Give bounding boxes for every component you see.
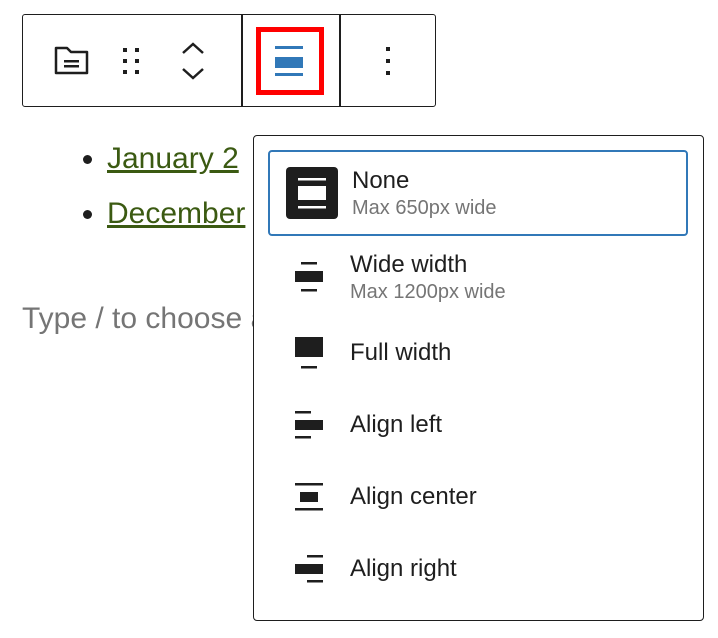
list-item: January 2 [107, 140, 245, 178]
post-link[interactable]: January 2 [107, 142, 239, 175]
align-full-icon [295, 337, 323, 369]
post-list: January 2 December [60, 140, 245, 250]
more-vertical-icon [386, 46, 390, 75]
align-center-icon [295, 483, 323, 511]
item-label: Wide width [350, 251, 468, 278]
post-link[interactable]: December [107, 197, 245, 230]
item-label: None [352, 167, 410, 194]
folder-icon [54, 46, 89, 74]
block-toolbar [22, 14, 436, 107]
item-label: Full width [350, 339, 452, 366]
align-left-icon [295, 411, 323, 439]
alignment-menu: None Max 650px wide Wide width Max 1200px … [253, 135, 704, 621]
align-none-icon [286, 167, 338, 219]
divider [241, 15, 243, 106]
menu-item-right[interactable]: Align right [268, 526, 688, 612]
menu-item-none[interactable]: None Max 650px wide [268, 150, 688, 236]
divider [339, 15, 341, 106]
options-button[interactable] [353, 15, 423, 106]
align-none-icon [275, 46, 303, 76]
drag-handle[interactable] [111, 15, 151, 106]
item-label: Align left [350, 411, 443, 438]
align-right-icon [295, 555, 323, 583]
block-type-button[interactable] [41, 15, 103, 106]
item-description: Max 650px wide [352, 197, 497, 219]
chevron-down-icon[interactable] [181, 67, 205, 80]
menu-item-wide[interactable]: Wide width Max 1200px wide [268, 234, 688, 320]
item-description: Max 1200px wide [350, 281, 506, 303]
chevron-up-icon[interactable] [181, 41, 205, 54]
align-button[interactable] [256, 27, 324, 95]
align-wide-icon [295, 262, 323, 292]
list-item: December [107, 195, 245, 233]
item-label: Align right [350, 555, 457, 582]
drag-icon [123, 47, 139, 74]
item-label: Align center [350, 483, 477, 510]
